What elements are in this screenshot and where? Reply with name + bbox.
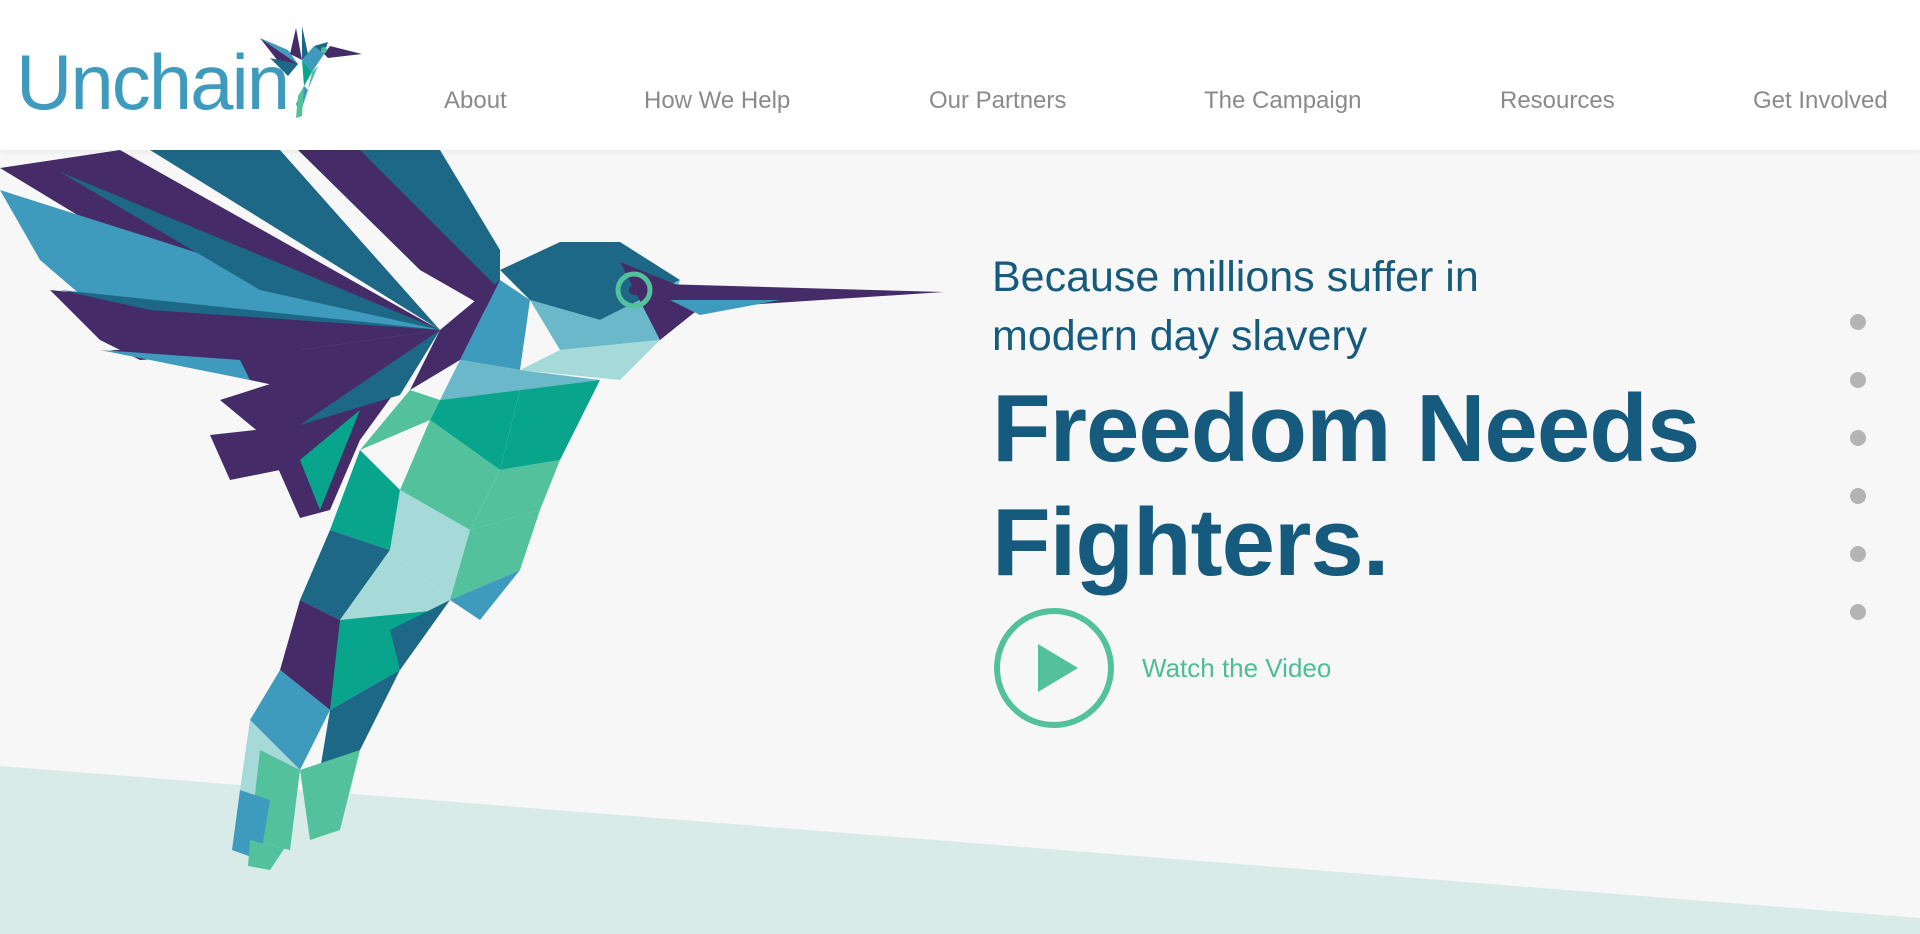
slider-dot-2[interactable] [1850,372,1866,388]
main-nav: About How We Help Our Partners The Campa… [0,84,1920,118]
play-icon [994,608,1114,728]
slider-dot-1[interactable] [1850,314,1866,330]
hero-section: Because millions suffer in modern day sl… [0,150,1920,934]
slider-dots [1848,314,1868,624]
hero-title: Freedom Needs Fighters. [992,375,1700,596]
slider-dot-3[interactable] [1850,430,1866,446]
nav-item-how-we-help[interactable]: How We Help [644,84,790,118]
hero-text: Because millions suffer in modern day sl… [992,248,1752,600]
site-header: Unchain About How We Help Our Partners T… [0,0,1920,150]
nav-item-our-partners[interactable]: Our Partners [929,84,1066,118]
nav-item-about[interactable]: About [444,84,507,118]
hero-subtitle: Because millions suffer in modern day sl… [992,253,1479,360]
watch-video-button[interactable]: Watch the Video [992,606,1352,730]
hummingbird-illustration [0,150,944,870]
watch-video-label: Watch the Video [1142,653,1332,683]
nav-item-get-involved[interactable]: Get Involved [1753,84,1888,118]
slider-dot-5[interactable] [1850,546,1866,562]
slider-dot-6[interactable] [1850,604,1866,620]
nav-item-the-campaign[interactable]: The Campaign [1204,84,1361,118]
nav-item-resources[interactable]: Resources [1500,84,1615,118]
slider-dot-4[interactable] [1850,488,1866,504]
